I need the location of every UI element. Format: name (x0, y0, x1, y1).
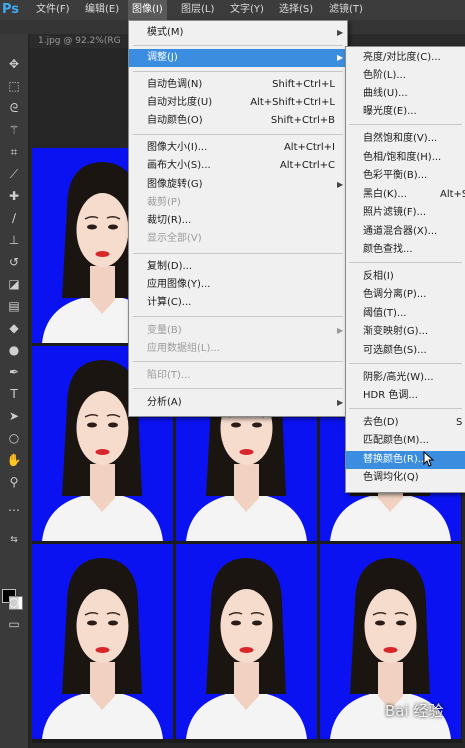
submenu-item-gradient-map[interactable]: 渐变映射(G)... (346, 323, 465, 341)
brush-tool-icon[interactable]: ∕ (4, 210, 24, 226)
submenu-item-hdr-toning[interactable]: HDR 色调... (346, 387, 465, 405)
menu-item-calculations[interactable]: 计算(C)... (129, 294, 347, 312)
menu-item-adjustments[interactable]: 调整(J) ▶ (129, 49, 347, 67)
screen-mode-icon[interactable]: ▭ (4, 616, 24, 632)
menu-separator (133, 253, 343, 254)
submenu-item-levels[interactable]: 色阶(L)... (346, 67, 465, 85)
menu-item-auto-contrast[interactable]: 自动对比度(U) Alt+Shift+Ctrl+L (129, 94, 347, 112)
submenu-item-equalize[interactable]: 色调均化(Q) (346, 469, 465, 487)
menu-item-analysis[interactable]: 分析(A) ▶ (129, 394, 347, 412)
submenu-item-invert[interactable]: 反相(I) (346, 268, 465, 286)
menu-separator (133, 71, 343, 72)
menu-separator (133, 316, 343, 317)
menu-image[interactable]: 图像(I) (128, 0, 167, 20)
photoshop-logo: Ps (2, 2, 20, 17)
menu-item-image-size[interactable]: 图像大小(I)... Alt+Ctrl+I (129, 139, 347, 157)
baidu-watermark: Bai 经验 (385, 702, 444, 720)
submenu-item-photo-filter[interactable]: 照片滤镜(F)... (346, 204, 465, 222)
submenu-item-posterize[interactable]: 色调分离(P)... (346, 286, 465, 304)
eyedropper-tool-icon[interactable]: ⟋ (4, 166, 24, 182)
menu-separator (133, 45, 343, 46)
eraser-tool-icon[interactable]: ◪ (4, 276, 24, 292)
healing-brush-tool-icon[interactable]: ✚ (4, 188, 24, 204)
blur-tool-icon[interactable]: ◆ (4, 320, 24, 336)
menu-item-trim[interactable]: 裁切(R)... (129, 212, 347, 230)
menu-item-duplicate[interactable]: 复制(D)... (129, 258, 347, 276)
menu-item-reveal-all: 显示全部(V) (147, 233, 202, 244)
submenu-item-shadows-highlights[interactable]: 阴影/高光(W)... (346, 369, 465, 387)
menu-type[interactable]: 文字(Y) (230, 0, 264, 20)
menu-separator (133, 388, 343, 389)
menu-edit[interactable]: 编辑(E) (85, 0, 119, 20)
clone-stamp-tool-icon[interactable]: ⊥ (4, 232, 24, 248)
submenu-item-curves[interactable]: 曲线(U)... (346, 85, 465, 103)
menu-item-mode[interactable]: 模式(M) ▶ (129, 24, 347, 42)
move-tool-icon[interactable]: ✥ (4, 56, 24, 72)
submenu-item-match-color[interactable]: 匹配颜色(M)... (346, 432, 465, 450)
submenu-item-selective-color[interactable]: 可选颜色(S)... (346, 342, 465, 360)
id-photo (176, 544, 317, 739)
marquee-tool-icon[interactable]: ⬚ (4, 78, 24, 94)
quick-mask-icon[interactable]: ◙ (4, 594, 24, 610)
hand-tool-icon[interactable]: ✋ (4, 452, 24, 468)
path-selection-tool-icon[interactable]: ➤ (4, 408, 24, 424)
id-photo (32, 544, 173, 739)
menu-bar: Ps 文件(F) 编辑(E) 图像(I) 图层(L) 文字(Y) 选择(S) 滤… (0, 0, 465, 20)
menu-item-trap: 陷印(T)... (147, 370, 191, 381)
swap-colors-icon[interactable]: ⇆ (4, 532, 24, 548)
adjustments-submenu: 亮度/对比度(C)... 色阶(L)... 曲线(U)... 曝光度(E)...… (345, 46, 465, 493)
submenu-item-desaturate[interactable]: 去色(D) S (346, 414, 465, 432)
submenu-item-exposure[interactable]: 曝光度(E)... (346, 103, 465, 121)
menu-item-variables: 变量(B) ▶ (147, 325, 344, 336)
mouse-cursor-icon (423, 450, 435, 470)
shape-tool-icon[interactable]: ○ (4, 430, 24, 446)
menu-separator (349, 124, 462, 125)
menu-item-crop: 裁剪(P) (147, 197, 181, 208)
menu-separator (133, 134, 343, 135)
menu-item-canvas-size[interactable]: 画布大小(S)... Alt+Ctrl+C (129, 157, 347, 175)
more-tools-icon[interactable]: ⋯ (4, 502, 24, 518)
menu-item-apply-image[interactable]: 应用图像(Y)... (129, 276, 347, 294)
submenu-item-threshold[interactable]: 阈值(T)... (346, 305, 465, 323)
pen-tool-icon[interactable]: ✒ (4, 364, 24, 380)
menu-layer[interactable]: 图层(L) (181, 0, 214, 20)
tools-panel: ✥ ⬚ ᘓ ⚚ ⌗ ⟋ ✚ ∕ ⊥ ↺ ◪ ▤ ◆ ● ✒ T ➤ ○ ✋ ⚲ … (0, 34, 29, 748)
type-tool-icon[interactable]: T (4, 386, 24, 402)
history-brush-tool-icon[interactable]: ↺ (4, 254, 24, 270)
zoom-tool-icon[interactable]: ⚲ (4, 474, 24, 490)
submenu-item-replace-color[interactable]: 替换颜色(R)... (346, 451, 465, 469)
submenu-item-color-lookup[interactable]: 颜色查找... (346, 241, 465, 259)
menu-file[interactable]: 文件(F) (36, 0, 70, 20)
document-tab[interactable]: 1.jpg @ 92.2%(RG (38, 34, 121, 48)
dodge-tool-icon[interactable]: ● (4, 342, 24, 358)
menu-item-apply-data-set: 应用数据组(L)... (147, 343, 220, 354)
submenu-item-brightness-contrast[interactable]: 亮度/对比度(C)... (346, 49, 465, 67)
submenu-item-color-balance[interactable]: 色彩平衡(B)... (346, 167, 465, 185)
menu-separator (133, 361, 343, 362)
menu-item-image-rotation[interactable]: 图像旋转(G) ▶ (129, 176, 347, 194)
menu-separator (349, 408, 462, 409)
image-menu-dropdown: 模式(M) ▶ 调整(J) ▶ 自动色调(N) Shift+Ctrl+L 自动对比度(… (128, 20, 348, 417)
menu-separator (349, 363, 462, 364)
gradient-tool-icon[interactable]: ▤ (4, 298, 24, 314)
submenu-item-black-white[interactable]: 黑白(K)...Alt+S (346, 186, 465, 204)
menu-item-auto-tone[interactable]: 自动色调(N) Shift+Ctrl+L (129, 76, 347, 94)
submenu-item-channel-mixer[interactable]: 通道混合器(X)... (346, 223, 465, 241)
menu-select[interactable]: 选择(S) (279, 0, 313, 20)
crop-tool-icon[interactable]: ⌗ (4, 144, 24, 160)
submenu-item-vibrance[interactable]: 自然饱和度(V)... (346, 130, 465, 148)
menu-filter[interactable]: 滤镜(T) (329, 0, 363, 20)
magic-wand-tool-icon[interactable]: ⚚ (4, 122, 24, 138)
lasso-tool-icon[interactable]: ᘓ (4, 100, 24, 116)
menu-separator (349, 262, 462, 263)
menu-item-auto-color[interactable]: 自动颜色(O) Shift+Ctrl+B (129, 112, 347, 130)
submenu-item-hue-saturation[interactable]: 色相/饱和度(H)... (346, 149, 465, 167)
